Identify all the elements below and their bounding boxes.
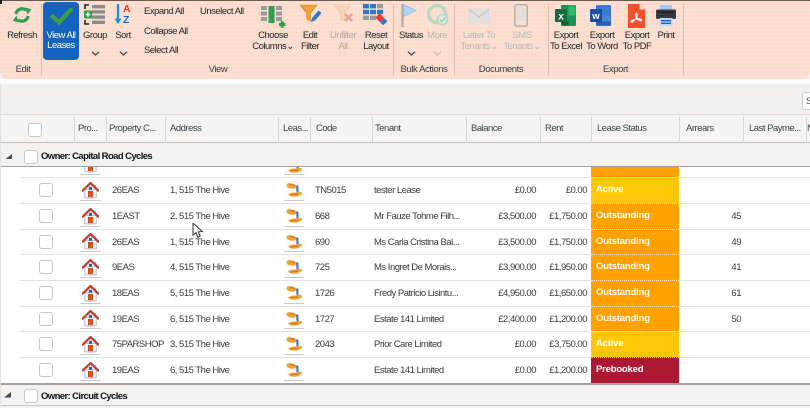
svg-text:x: x — [558, 12, 564, 23]
svg-text:w: w — [591, 11, 600, 22]
svg-text:Z: Z — [123, 14, 130, 25]
